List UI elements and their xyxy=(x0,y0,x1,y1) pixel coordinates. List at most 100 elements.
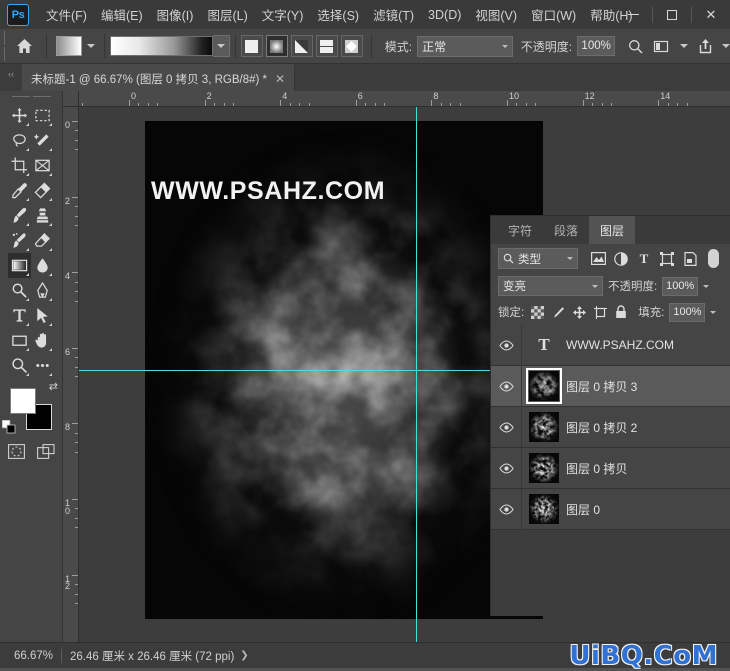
spot-healing-brush-tool[interactable] xyxy=(31,178,54,203)
layer-name[interactable]: 图层 0 拷贝 2 xyxy=(566,419,637,436)
options-bar-grip[interactable] xyxy=(0,29,9,64)
reflected-gradient-button[interactable] xyxy=(315,35,338,57)
layer-thumbnail[interactable] xyxy=(522,412,566,442)
search-button[interactable] xyxy=(624,34,647,58)
layer-visibility-toggle[interactable] xyxy=(491,339,521,351)
table-row[interactable]: 图层 0 拷贝 2 xyxy=(491,406,730,448)
table-row[interactable]: 图层 0 xyxy=(491,488,730,530)
swap-colors-icon[interactable]: ⇄ xyxy=(49,380,58,393)
zoom-level[interactable]: 66.67% xyxy=(8,650,59,662)
gradient-preset-picker[interactable] xyxy=(52,36,99,56)
layer-name[interactable]: WWW.PSAHZ.COM xyxy=(566,338,674,352)
horizontal-ruler[interactable]: 20246810121416182022242628 xyxy=(63,91,730,107)
angle-gradient-button[interactable] xyxy=(290,35,313,57)
menu-view[interactable]: 视图(V) xyxy=(468,2,524,27)
rectangle-tool[interactable] xyxy=(8,328,31,353)
opacity-input[interactable]: 100% xyxy=(577,36,616,56)
brush-tool[interactable] xyxy=(8,203,31,228)
screen-mode-icon[interactable] xyxy=(36,444,55,459)
chevron-down-icon[interactable] xyxy=(703,284,710,288)
clone-stamp-tool[interactable] xyxy=(31,203,54,228)
radial-gradient-button[interactable] xyxy=(265,35,288,57)
frame-tool[interactable] xyxy=(31,153,54,178)
filter-type-select[interactable]: 类型 xyxy=(498,248,578,269)
vertical-guide[interactable] xyxy=(416,107,417,642)
rectangular-marquee-tool[interactable] xyxy=(31,103,54,128)
table-row[interactable]: 图层 0 拷贝 3 xyxy=(491,365,730,407)
blur-tool[interactable] xyxy=(31,253,54,278)
path-selection-tool[interactable] xyxy=(31,303,54,328)
smartobject-filter-icon[interactable] xyxy=(682,251,698,267)
adjustment-filter-icon[interactable] xyxy=(613,251,629,267)
home-button[interactable] xyxy=(9,30,41,63)
layer-visibility-toggle[interactable] xyxy=(491,462,521,474)
table-row[interactable]: T WWW.PSAHZ.COM xyxy=(491,325,730,366)
edit-toolbar-tool[interactable] xyxy=(31,353,54,378)
pen-tool[interactable] xyxy=(31,278,54,303)
layer-thumbnail[interactable] xyxy=(522,368,566,404)
blend-mode-select[interactable]: 正常 xyxy=(417,35,513,57)
tab-character[interactable]: 字符 xyxy=(497,216,544,244)
vertical-ruler[interactable]: 024681 01 21 41 61 82 02 22 42 6 xyxy=(63,107,79,642)
chevron-down-icon[interactable] xyxy=(710,310,717,314)
close-button[interactable]: ✕ xyxy=(692,0,730,29)
move-tool[interactable] xyxy=(8,103,31,128)
layer-name[interactable]: 图层 0 拷贝 3 xyxy=(566,378,637,395)
layer-opacity-input[interactable]: 100% xyxy=(662,276,699,296)
linear-gradient-button[interactable] xyxy=(240,35,263,57)
zoom-tool[interactable] xyxy=(8,353,31,378)
layer-thumbnail[interactable]: T xyxy=(522,335,566,355)
crop-tool[interactable] xyxy=(8,153,31,178)
layer-thumbnail[interactable] xyxy=(522,453,566,483)
fill-input[interactable]: 100% xyxy=(669,302,706,322)
horizontal-type-tool[interactable] xyxy=(8,303,31,328)
status-expand-icon[interactable]: ❯ xyxy=(240,650,248,661)
table-row[interactable]: 图层 0 拷贝 xyxy=(491,447,730,489)
tab-layers[interactable]: 图层 xyxy=(589,216,636,244)
lock-image-pixels-icon[interactable] xyxy=(550,304,566,320)
lock-artboard-icon[interactable] xyxy=(592,304,608,320)
menu-layer[interactable]: 图层(L) xyxy=(200,2,254,27)
history-brush-tool[interactable] xyxy=(8,228,31,253)
menu-window[interactable]: 窗口(W) xyxy=(524,2,583,27)
filter-toggle[interactable] xyxy=(708,249,719,268)
lasso-tool[interactable] xyxy=(8,128,31,153)
gradient-tool[interactable] xyxy=(8,253,31,278)
menu-filter[interactable]: 滤镜(T) xyxy=(366,2,421,27)
chevron-down-icon[interactable] xyxy=(722,44,730,48)
hand-tool[interactable] xyxy=(31,328,54,353)
menu-3d[interactable]: 3D(D) xyxy=(421,5,468,25)
eraser-tool[interactable] xyxy=(31,228,54,253)
close-icon[interactable]: ✕ xyxy=(275,72,285,86)
layer-visibility-toggle[interactable] xyxy=(491,503,521,515)
quick-mask-icon[interactable] xyxy=(7,444,25,459)
chevron-down-icon[interactable] xyxy=(680,44,689,48)
eyedropper-tool[interactable] xyxy=(8,178,31,203)
layer-visibility-toggle[interactable] xyxy=(491,380,521,392)
quick-selection-tool[interactable] xyxy=(31,128,54,153)
share-button[interactable] xyxy=(694,34,717,58)
menu-file[interactable]: 文件(F) xyxy=(39,2,94,27)
tab-paragraph[interactable]: 段落 xyxy=(543,216,590,244)
lock-transparent-pixels-icon[interactable] xyxy=(529,304,545,320)
layer-name[interactable]: 图层 0 拷贝 xyxy=(566,460,627,477)
menu-type[interactable]: 文字(Y) xyxy=(255,2,311,27)
layer-name[interactable]: 图层 0 xyxy=(566,501,600,518)
minimize-button[interactable] xyxy=(614,0,652,29)
dodge-tool[interactable] xyxy=(8,278,31,303)
foreground-color-swatch[interactable] xyxy=(10,388,36,414)
lock-position-icon[interactable] xyxy=(571,304,587,320)
gradient-dropdown-button[interactable] xyxy=(212,35,230,57)
maximize-button[interactable] xyxy=(653,0,691,29)
default-colors-icon[interactable] xyxy=(2,420,16,434)
layer-visibility-toggle[interactable] xyxy=(491,421,521,433)
toolbar-grip[interactable] xyxy=(0,91,62,101)
document-tab[interactable]: 未标题-1 @ 66.67% (图层 0 拷贝 3, RGB/8#) * ✕ xyxy=(22,64,296,91)
layer-blend-mode-select[interactable]: 变亮 xyxy=(498,276,603,296)
gradient-preview-picker[interactable] xyxy=(109,35,230,57)
diamond-gradient-button[interactable] xyxy=(340,35,363,57)
lock-all-icon[interactable] xyxy=(613,304,629,320)
menu-image[interactable]: 图像(I) xyxy=(150,2,201,27)
dock-collapse-button[interactable]: ‹‹ xyxy=(0,64,22,91)
menu-edit[interactable]: 编辑(E) xyxy=(94,2,150,27)
